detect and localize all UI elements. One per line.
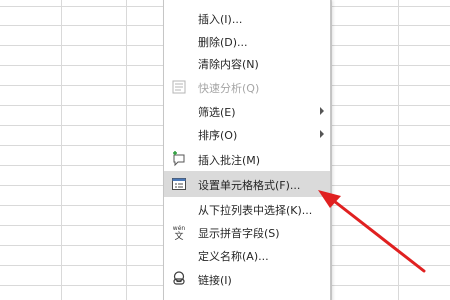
quick-analysis-icon <box>172 80 186 94</box>
menu-item-define-name[interactable]: 定义名称(A)... <box>164 243 330 267</box>
menu-item-link[interactable]: 链接(I) <box>164 267 330 291</box>
link-icon <box>173 271 185 285</box>
menu-item-label: 排序(O) <box>198 129 238 142</box>
menu-item-format-cells[interactable]: 设置单元格格式(F)... <box>164 171 330 197</box>
menu-item-delete[interactable]: 删除(D)... <box>164 29 330 53</box>
spreadsheet-screen: 插入(I)... 删除(D)... 清除内容(N) 快速分析(Q) 筛选(E) … <box>0 0 450 300</box>
menu-item-label: 定义名称(A)... <box>198 250 269 263</box>
comment-icon <box>173 151 185 167</box>
menu-item-insert[interactable]: 插入(I)... <box>164 6 330 30</box>
menu-item-label: 从下拉列表中选择(K)... <box>198 204 313 217</box>
submenu-arrow-icon <box>320 130 324 138</box>
menu-item-clear-contents[interactable]: 清除内容(N) <box>164 51 330 75</box>
menu-item-sort[interactable]: 排序(O) <box>164 122 330 146</box>
menu-item-label: 快速分析(Q) <box>198 82 260 95</box>
menu-item-label: 删除(D)... <box>198 36 248 49</box>
menu-item-label: 插入批注(M) <box>198 154 261 167</box>
menu-item-insert-comment[interactable]: 插入批注(M) <box>164 147 330 171</box>
submenu-arrow-icon <box>320 107 324 115</box>
menu-item-filter[interactable]: 筛选(E) <box>164 99 330 123</box>
menu-item-show-phonetic[interactable]: wén 文 显示拼音字段(S) <box>164 220 330 244</box>
menu-item-quick-analysis: 快速分析(Q) <box>164 75 330 99</box>
menu-item-label: 显示拼音字段(S) <box>198 227 280 240</box>
menu-item-pick-from-list[interactable]: 从下拉列表中选择(K)... <box>164 197 330 221</box>
format-cells-icon <box>172 178 186 190</box>
phonetic-icon-char: 文 <box>174 230 183 240</box>
menu-item-label: 链接(I) <box>198 274 232 287</box>
phonetic-icon-pinyin: wén <box>173 225 186 232</box>
menu-item-label: 筛选(E) <box>198 106 236 119</box>
menu-item-label: 设置单元格格式(F)... <box>198 179 301 192</box>
menu-item-label: 插入(I)... <box>198 13 243 26</box>
context-menu: 插入(I)... 删除(D)... 清除内容(N) 快速分析(Q) 筛选(E) … <box>163 0 331 300</box>
phonetic-icon: wén 文 <box>173 225 186 240</box>
menu-item-label: 清除内容(N) <box>198 58 259 71</box>
